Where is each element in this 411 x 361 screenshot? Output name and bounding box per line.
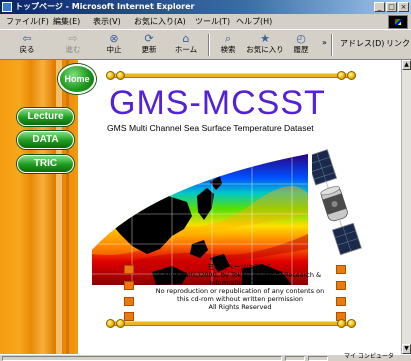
page-title: GMS-MCSST — [109, 84, 326, 122]
bar-knob — [347, 319, 356, 328]
tric-nav-button[interactable]: TRIC — [17, 155, 74, 173]
data-nav-button[interactable]: DATA — [17, 131, 74, 149]
bar-knob — [116, 319, 125, 328]
refresh-button[interactable]: ⟳ 更新 — [135, 32, 163, 58]
top-decorative-bar — [107, 73, 353, 78]
lecture-nav-button[interactable]: Lecture — [17, 108, 74, 126]
forward-button[interactable]: ⇨ 進む — [58, 32, 88, 58]
bar-knob — [106, 319, 115, 328]
favorites-button[interactable]: ★ お気に入り — [244, 32, 286, 58]
copyright-line: Copyright(C)2000, by Tokai University Re… — [158, 271, 322, 279]
orange-square-bullet — [124, 297, 134, 306]
favorites-icon: ★ — [260, 32, 270, 45]
links-button[interactable]: リンク » — [386, 38, 411, 49]
menu-tools[interactable]: ツール(T) — [195, 14, 230, 29]
bar-knob — [337, 71, 346, 80]
window-controls: _ □ × — [373, 2, 409, 12]
status-pane — [308, 356, 328, 361]
japanese-page-link[interactable]: 日本語ページはこちら — [140, 263, 340, 271]
sidebar-stripe-dark — [66, 60, 69, 354]
forward-arrow-icon: ⇨ — [68, 32, 78, 45]
sidebar-stripe — [56, 60, 62, 354]
back-arrow-icon: ⇦ — [22, 32, 32, 45]
toolbar-overflow[interactable]: » — [322, 38, 327, 47]
bottom-decorative-bar — [107, 321, 353, 326]
orange-square-bullet — [124, 312, 134, 321]
history-icon: ◴ — [296, 32, 306, 45]
home-toolbar-button[interactable]: ⌂ ホーム — [170, 32, 202, 58]
stop-icon: ⊗ — [109, 32, 119, 45]
minimize-button[interactable]: _ — [374, 2, 385, 12]
home-nav-button[interactable]: Home — [58, 64, 96, 94]
bar-knob — [347, 71, 356, 80]
menu-view[interactable]: 表示(V) — [93, 14, 121, 29]
bar-knob — [116, 71, 125, 80]
scroll-up-icon[interactable]: ▲ — [402, 60, 411, 70]
title-bar: トップページ - Microsoft Internet Explorer _ □… — [0, 0, 411, 14]
toolbar: ⇦ 戻る ⇨ 進む ⊗ 中止 ⟳ 更新 ⌂ ホーム ⌕ 検索 ★ お気に入り ◴… — [0, 30, 411, 60]
menu-bar: ファイル(F) 編集(E) 表示(V) お気に入り(A) ツール(T) ヘルプ(… — [0, 14, 411, 30]
status-pane — [285, 356, 305, 361]
copyright-line: Information Center — [209, 279, 271, 287]
scroll-down-icon[interactable]: ▼ — [402, 344, 411, 354]
menu-help[interactable]: ヘルプ(H) — [236, 14, 272, 29]
search-button[interactable]: ⌕ 検索 — [214, 32, 242, 58]
address-label[interactable]: アドレス(D) — [340, 38, 384, 49]
stop-button[interactable]: ⊗ 中止 — [100, 32, 128, 58]
menu-edit[interactable]: 編集(E) — [53, 14, 80, 29]
search-icon: ⌕ — [224, 32, 232, 45]
copyright-line: No reproduction or republication of any … — [155, 287, 325, 295]
back-button[interactable]: ⇦ 戻る — [12, 32, 42, 58]
menu-favorites[interactable]: お気に入り(A) — [134, 14, 186, 29]
orange-square-bullet — [124, 265, 134, 274]
satellite-image — [305, 143, 376, 259]
windows-logo-icon — [388, 15, 408, 29]
ie-app-icon — [2, 2, 12, 12]
copyright-text: 日本語ページはこちら Copyright(C)2000, by Tokai Un… — [140, 263, 340, 311]
zone-indicator: マイ コンピュータ — [344, 353, 394, 360]
maximize-button[interactable]: □ — [386, 2, 397, 12]
vertical-scrollbar[interactable]: ▲ ▼ — [401, 60, 411, 354]
toolbar-separator — [331, 34, 333, 56]
orange-sidebar — [0, 60, 78, 354]
status-text-pane — [2, 356, 282, 361]
menu-file[interactable]: ファイル(F) — [6, 14, 49, 29]
refresh-icon: ⟳ — [144, 32, 154, 45]
orange-square-bullet — [124, 281, 134, 290]
bar-knob — [337, 319, 346, 328]
history-button[interactable]: ◴ 履歴 — [288, 32, 314, 58]
page-content: Home Lecture DATA TRIC GMS-MCSST GMS Mul… — [0, 60, 401, 354]
copyright-line: this cd-rom without written permission — [177, 295, 303, 303]
home-icon: ⌂ — [182, 32, 190, 45]
bar-knob — [106, 71, 115, 80]
page-subtitle: GMS Multi Channel Sea Surface Temperatur… — [107, 123, 314, 133]
copyright-line: All Rights Reserved — [208, 303, 272, 311]
close-button[interactable]: × — [398, 2, 409, 12]
toolbar-separator — [208, 34, 210, 56]
window-title: トップページ - Microsoft Internet Explorer — [15, 2, 195, 11]
